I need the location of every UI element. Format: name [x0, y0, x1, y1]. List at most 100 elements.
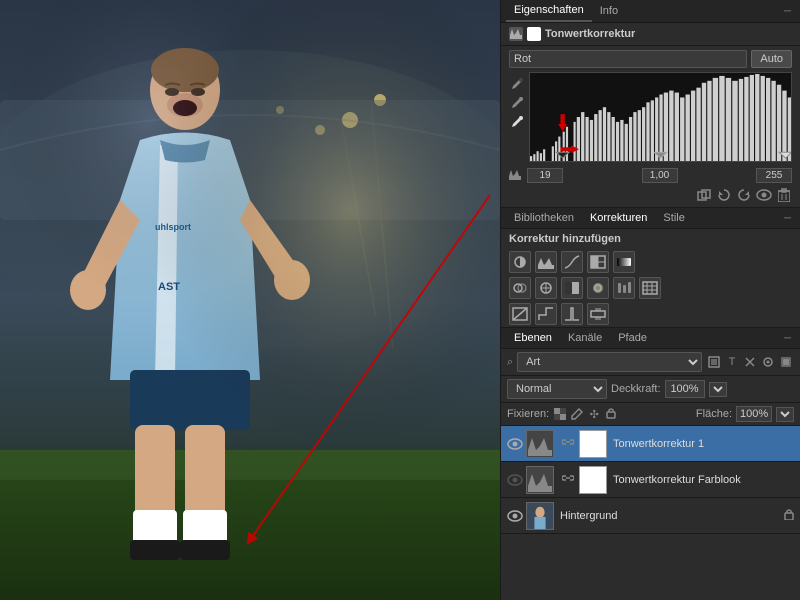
farbbalance-icon[interactable] — [535, 277, 557, 299]
fix-row: Fixieren: ✣ — [501, 403, 800, 426]
channel-row: Rot Grün Blau RGB Auto — [501, 46, 800, 72]
layer-name-1: Tonwertkorrektur 1 — [613, 438, 794, 450]
layer-item-farblook[interactable]: Tonwertkorrektur Farblook — [501, 462, 800, 498]
layer-link-2[interactable] — [560, 472, 576, 488]
tools-col — [509, 72, 525, 162]
layer-mask-1 — [579, 430, 607, 458]
fix-paint-icon[interactable] — [570, 407, 584, 421]
schwellenwert-icon[interactable] — [561, 303, 583, 325]
flaeche-label: Fläche: — [696, 408, 732, 420]
corrections-minimize[interactable]: ─ — [780, 211, 795, 226]
fotofilter-icon[interactable] — [587, 277, 609, 299]
right-panel: Eigenschaften Info ─ Tonwertkorrektur Ro… — [500, 0, 800, 600]
corr-icons-row-1 — [501, 249, 800, 275]
tab-kanaele[interactable]: Kanäle — [560, 328, 610, 348]
fix-all-icon[interactable] — [604, 407, 618, 421]
filter-color-icon[interactable] — [778, 354, 794, 370]
selektive-farbe-icon[interactable] — [587, 303, 609, 325]
shadow-input[interactable]: 19 — [527, 168, 563, 183]
twk-header: Tonwertkorrektur — [501, 23, 800, 46]
auto-button[interactable]: Auto — [751, 50, 792, 68]
twk-mode-icon — [527, 27, 541, 41]
schwarz-weiss-icon[interactable] — [561, 277, 583, 299]
eyedropper-highlights-btn[interactable] — [509, 114, 525, 130]
umkehren-icon[interactable] — [509, 303, 531, 325]
clip-shadows-icon[interactable] — [696, 187, 712, 203]
histogram-svg — [530, 73, 791, 161]
twk-icon — [509, 27, 523, 41]
layer-lock-3 — [784, 508, 794, 523]
filter-type-icon[interactable]: T — [724, 354, 740, 370]
fix-label: Fixieren: — [507, 408, 549, 420]
corrections-panel: Bibliotheken Korrekturen Stile ─ Korrekt… — [501, 208, 800, 328]
exposure-icon[interactable] — [587, 251, 609, 273]
input-values-row: 19 1,00 255 — [501, 166, 800, 185]
layer-filter-icons: T — [706, 354, 794, 370]
layer-name-3: Hintergrund — [560, 510, 784, 522]
eyedropper-shadows-btn[interactable] — [509, 76, 525, 92]
gradient-map-icon[interactable] — [613, 251, 635, 273]
opacity-label: Deckkraft: — [611, 383, 661, 395]
scene-svg: uhlsport AST — [0, 0, 500, 600]
farbe-icon[interactable] — [509, 277, 531, 299]
midtone-input[interactable]: 1,00 — [642, 168, 678, 183]
tab-korrekturen[interactable]: Korrekturen — [582, 208, 655, 228]
layer-type-filter[interactable]: Art — [517, 352, 702, 372]
corrections-tabs: Bibliotheken Korrekturen Stile ─ — [501, 208, 800, 229]
flaeche-dropdown[interactable]: ▾ — [776, 407, 794, 422]
flaeche-input[interactable] — [736, 406, 772, 422]
properties-tabs: Eigenschaften Info ─ — [501, 0, 800, 23]
layer-eye-2[interactable] — [507, 472, 523, 488]
tab-info[interactable]: Info — [592, 1, 626, 21]
filter-effect-icon[interactable] — [742, 354, 758, 370]
highlight-input[interactable]: 255 — [756, 168, 792, 183]
panel-minimize-btn[interactable]: ─ — [780, 4, 795, 19]
blend-mode-select[interactable]: Normal Auflösen Abdunkeln Multiplizieren… — [507, 379, 607, 399]
layer-eye-3[interactable] — [507, 508, 523, 524]
histogram-container — [529, 72, 792, 162]
brightness-contrast-icon[interactable] — [509, 251, 531, 273]
layer-link-1[interactable] — [560, 436, 576, 452]
filter-smart-icon[interactable] — [760, 354, 776, 370]
twk-title: Tonwertkorrektur — [545, 28, 635, 40]
tab-eigenschaften[interactable]: Eigenschaften — [506, 0, 592, 22]
layers-panel: Ebenen Kanäle Pfade ─ ⌕ Art T — [501, 328, 800, 600]
action-icons-row — [501, 185, 800, 207]
farbtabelle-icon[interactable] — [639, 277, 661, 299]
layer-thumb-1 — [526, 430, 554, 458]
fix-icons: ✣ — [553, 407, 618, 421]
gradation-icon[interactable] — [561, 251, 583, 273]
visibility-icon[interactable] — [756, 187, 772, 203]
layers-tabs: Ebenen Kanäle Pfade ─ — [501, 328, 800, 349]
tab-stile[interactable]: Stile — [655, 208, 692, 228]
kanalmixer-icon[interactable] — [613, 277, 635, 299]
fix-transparency-icon[interactable] — [553, 407, 567, 421]
layer-eye-1[interactable] — [507, 436, 523, 452]
opacity-input[interactable] — [665, 380, 705, 398]
delete-icon[interactable] — [776, 187, 792, 203]
layer-item-tonwert1[interactable]: Tonwertkorrektur 1 — [501, 426, 800, 462]
shadow-icon — [509, 168, 523, 183]
reset-icon[interactable] — [736, 187, 752, 203]
hist-tools-row — [501, 72, 800, 166]
layers-minimize[interactable]: ─ — [780, 331, 795, 346]
layer-filter-row: ⌕ Art T — [501, 349, 800, 376]
fix-move-icon[interactable]: ✣ — [587, 407, 601, 421]
eyedropper-midtones-btn[interactable] — [509, 95, 525, 111]
tab-bibliotheken[interactable]: Bibliotheken — [506, 208, 582, 228]
layer-thumb-3 — [526, 502, 554, 530]
tab-ebenen[interactable]: Ebenen — [506, 328, 560, 348]
tonwert-icon[interactable] — [535, 251, 557, 273]
layer-mask-2 — [579, 466, 607, 494]
search-icon: ⌕ — [507, 356, 513, 369]
tab-pfade[interactable]: Pfade — [610, 328, 655, 348]
channel-select[interactable]: Rot Grün Blau RGB — [509, 50, 747, 68]
tontrennung-icon[interactable] — [535, 303, 557, 325]
filter-pixel-icon[interactable] — [706, 354, 722, 370]
opacity-dropdown[interactable]: ▾ — [709, 382, 727, 397]
refresh-icon[interactable] — [716, 187, 732, 203]
layers-list: Tonwertkorrektur 1 — [501, 426, 800, 600]
layer-name-2: Tonwertkorrektur Farblook — [613, 474, 794, 486]
layer-item-hintergrund[interactable]: Hintergrund — [501, 498, 800, 534]
corr-icons-row-2 — [501, 275, 800, 301]
